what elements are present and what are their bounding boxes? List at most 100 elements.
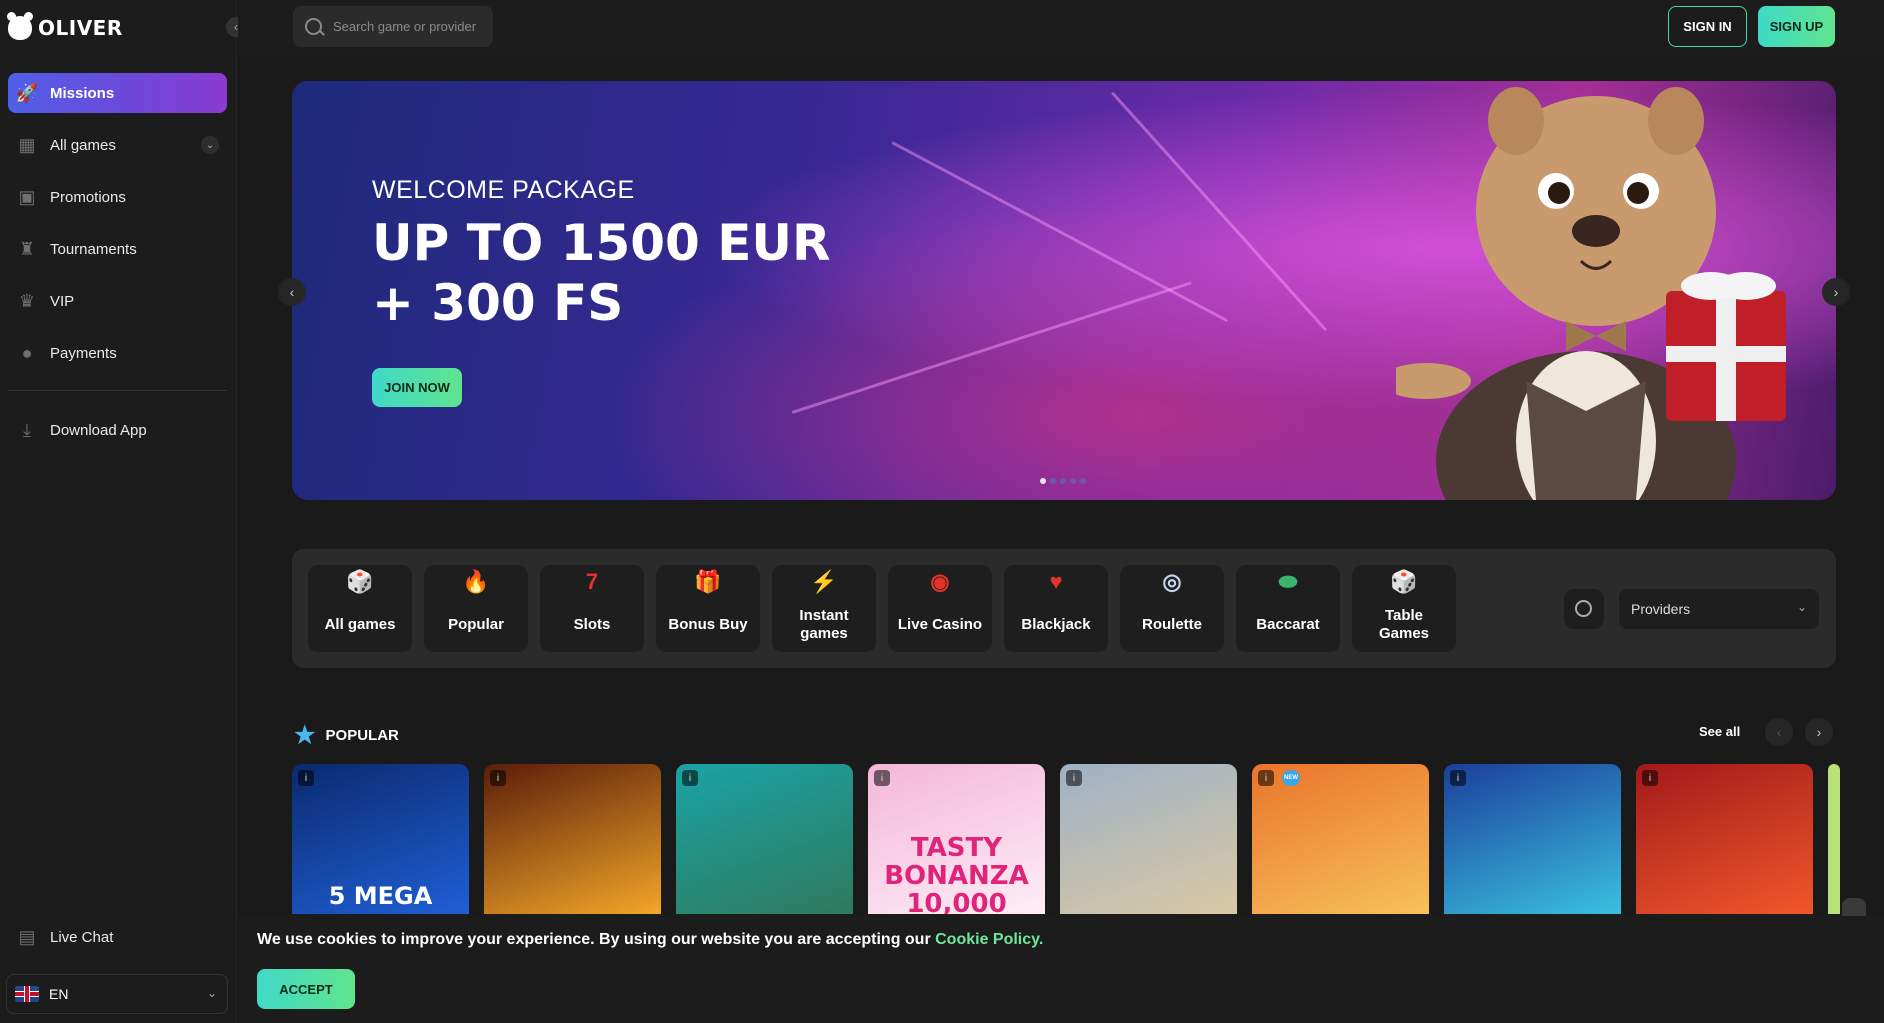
- info-icon[interactable]: i: [298, 770, 314, 786]
- sign-up-button[interactable]: SIGN UP: [1758, 6, 1835, 47]
- sidebar-item-label: All games: [50, 136, 116, 154]
- game-card[interactable]: i: [1636, 764, 1813, 914]
- cookie-policy-link[interactable]: Cookie Policy.: [935, 931, 1043, 948]
- category-baccarat[interactable]: ⬬ Baccarat: [1236, 565, 1340, 652]
- category-label: Blackjack: [1021, 616, 1091, 633]
- popular-section-title: ★ POPULAR: [294, 721, 399, 750]
- info-icon[interactable]: i: [1642, 770, 1658, 786]
- sidebar-item-vip[interactable]: ♛ VIP: [8, 281, 227, 321]
- brand-name: OLIVER: [38, 16, 123, 40]
- chip-icon: ◉: [930, 569, 950, 594]
- game-art-text: TASTY BONANZA 10,000: [884, 833, 1029, 914]
- popular-next-button[interactable]: ›: [1805, 718, 1833, 746]
- banner-line-2: + 300 FS: [372, 274, 624, 332]
- category-table-games[interactable]: 🎲 Table Games: [1352, 565, 1456, 652]
- popular-prev-button[interactable]: ‹: [1765, 718, 1793, 746]
- games-icon: ▦: [18, 134, 36, 155]
- flame-icon: 🔥: [462, 569, 490, 594]
- sidebar-item-tournaments[interactable]: ♜ Tournaments: [8, 229, 227, 269]
- info-icon[interactable]: i: [1066, 770, 1082, 786]
- light-streak: [791, 281, 1192, 414]
- join-now-button[interactable]: JOIN NOW: [372, 368, 462, 407]
- category-roulette[interactable]: ◎ Roulette: [1120, 565, 1224, 652]
- info-icon[interactable]: i: [1450, 770, 1466, 786]
- category-label: Bonus Buy: [668, 616, 748, 633]
- seven-icon: 7: [585, 569, 599, 594]
- game-art-text: 5 MEGA: [328, 882, 433, 910]
- info-icon[interactable]: i: [874, 770, 890, 786]
- language-code: EN: [49, 986, 69, 1002]
- info-icon[interactable]: i: [682, 770, 698, 786]
- game-card-partial[interactable]: [1828, 764, 1840, 914]
- carousel-dot[interactable]: [1080, 478, 1086, 484]
- sidebar-item-label: VIP: [50, 292, 75, 310]
- sidebar-item-missions[interactable]: 🚀 Missions: [8, 73, 227, 113]
- category-slots[interactable]: 7 Slots: [540, 565, 644, 652]
- carousel-dot[interactable]: [1060, 478, 1066, 484]
- chevron-down-icon: ⌄: [1796, 600, 1807, 614]
- category-label: Table Games: [1378, 607, 1430, 642]
- category-instant-games[interactable]: ⚡ Instant games: [772, 565, 876, 652]
- carousel-dot[interactable]: [1040, 478, 1046, 484]
- cookie-text: We use cookies to improve your experienc…: [257, 931, 936, 948]
- game-card[interactable]: i: [484, 764, 661, 914]
- search-icon: [1575, 600, 1592, 617]
- carousel-dot[interactable]: [1070, 478, 1076, 484]
- chevron-left-icon: ‹: [1776, 724, 1782, 740]
- game-card[interactable]: i 5 MEGA: [292, 764, 469, 914]
- brand-logo[interactable]: OLIVER: [7, 12, 123, 40]
- sidebar-item-all-games[interactable]: ▦ All games ⌄: [8, 125, 227, 165]
- info-icon[interactable]: i: [1258, 770, 1274, 786]
- promo-banner[interactable]: WELCOME PACKAGE UP TO 1500 EUR + 300 FS …: [292, 81, 1836, 500]
- search-input[interactable]: Search game or provider: [293, 6, 493, 47]
- sidebar-item-payments[interactable]: ● Payments: [8, 333, 227, 373]
- game-card[interactable]: i: [1060, 764, 1237, 914]
- game-card[interactable]: i: [1444, 764, 1621, 914]
- sidebar-item-promotions[interactable]: ▣ Promotions: [8, 177, 227, 217]
- game-card[interactable]: i: [676, 764, 853, 914]
- chat-widget-tab[interactable]: [1842, 898, 1866, 916]
- category-search-button[interactable]: [1564, 589, 1604, 629]
- popular-title: POPULAR: [325, 727, 399, 744]
- category-popular[interactable]: 🔥 Popular: [424, 565, 528, 652]
- lightning-icon: ⚡: [810, 569, 838, 594]
- uk-flag-icon: [15, 986, 39, 1002]
- live-chat-button[interactable]: ▤ Live Chat: [8, 917, 227, 957]
- providers-label: Providers: [1631, 601, 1691, 617]
- baccarat-icon: ⬬: [1278, 569, 1298, 594]
- banner-headline: UP TO 1500 EUR + 300 FS: [372, 213, 831, 333]
- category-label: Roulette: [1142, 616, 1202, 633]
- sign-in-button[interactable]: SIGN IN: [1668, 6, 1747, 47]
- sidebar-item-label: Promotions: [50, 188, 126, 206]
- chevron-right-icon: ›: [1833, 284, 1839, 300]
- chevron-right-icon: ›: [1816, 724, 1822, 740]
- sidebar-item-download-app[interactable]: ⤓ Download App: [8, 410, 227, 450]
- chat-icon: ▤: [18, 926, 36, 947]
- category-live-casino[interactable]: ◉ Live Casino: [888, 565, 992, 652]
- live-chat-label: Live Chat: [50, 928, 114, 946]
- table-dice-icon: 🎲: [1390, 569, 1418, 594]
- see-all-link[interactable]: See all: [1699, 724, 1740, 739]
- providers-dropdown[interactable]: Providers ⌄: [1619, 589, 1819, 629]
- crown-icon: ♛: [18, 290, 36, 311]
- chevron-down-icon[interactable]: ⌄: [201, 136, 219, 154]
- category-all-games[interactable]: 🎲 All games: [308, 565, 412, 652]
- category-label: Instant games: [799, 607, 849, 642]
- info-icon[interactable]: i: [490, 770, 506, 786]
- category-label: Live Casino: [897, 616, 983, 633]
- carousel-dot[interactable]: [1050, 478, 1056, 484]
- banner-next-button[interactable]: ›: [1822, 278, 1850, 306]
- language-selector[interactable]: EN ⌄: [6, 974, 228, 1014]
- roulette-icon: ◎: [1162, 569, 1182, 594]
- banner-prev-button[interactable]: ‹: [278, 278, 306, 306]
- game-card[interactable]: i NEW: [1252, 764, 1429, 914]
- category-blackjack[interactable]: ♥ Blackjack: [1004, 565, 1108, 652]
- banner-line-1: UP TO 1500 EUR: [372, 214, 831, 272]
- accept-cookies-button[interactable]: ACCEPT: [257, 969, 355, 1009]
- category-bonus-buy[interactable]: 🎁 Bonus Buy: [656, 565, 760, 652]
- banner-eyebrow: WELCOME PACKAGE: [372, 176, 635, 204]
- carousel-dots: [1040, 478, 1086, 484]
- game-card[interactable]: i TASTY BONANZA 10,000: [868, 764, 1045, 914]
- category-label: Baccarat: [1256, 616, 1320, 633]
- sidebar: OLIVER ‹ 🚀 Missions ▦ All games ⌄ ▣ Prom…: [0, 0, 246, 1023]
